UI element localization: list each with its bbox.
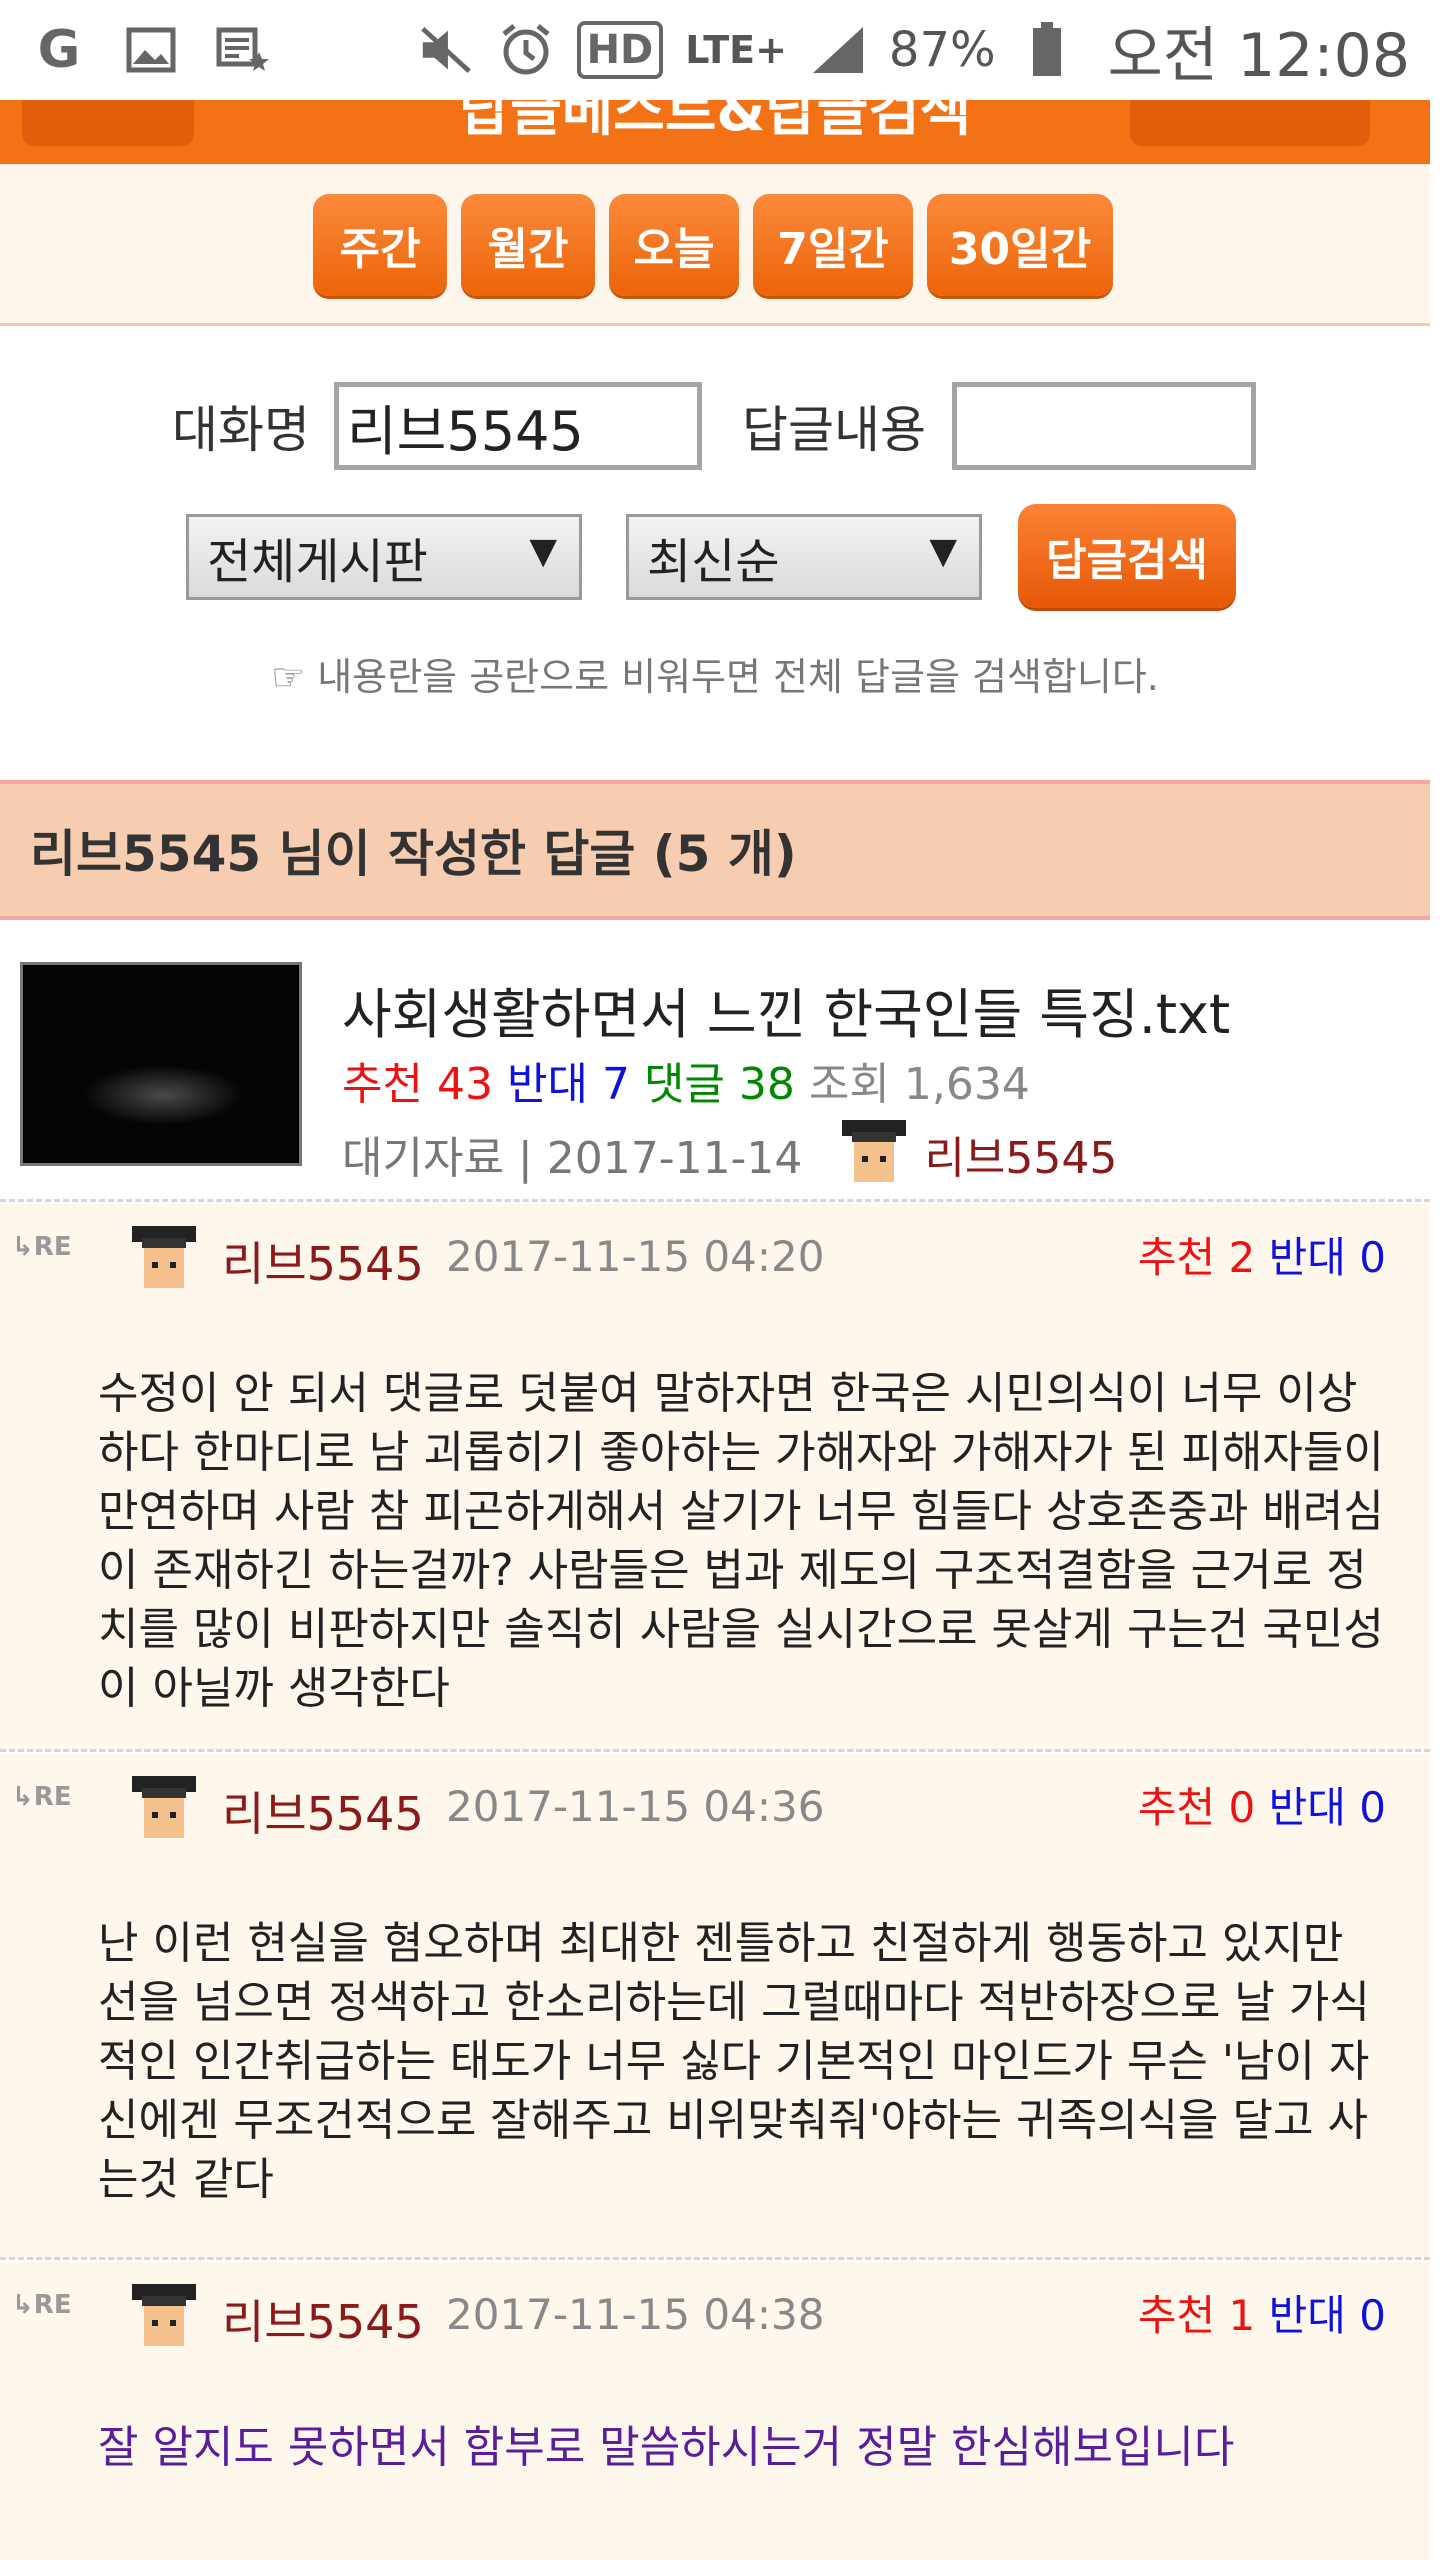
comment-item: ↳RE 리브5545 2017-11-15 04:38 추천 1 반대 0 잘 … bbox=[0, 2262, 1430, 2560]
oppose-label: 반대 bbox=[506, 1059, 588, 1110]
comment-body: 잘 알지도 못하면서 함부로 말씀하시는거 정말 한심해보입니다 bbox=[98, 2422, 1235, 2473]
comment-date: 2017-11-15 04:38 bbox=[446, 2290, 825, 2339]
comment-date: 2017-11-15 04:20 bbox=[446, 1232, 825, 1281]
avatar-icon bbox=[128, 2282, 200, 2354]
recommend-label: 추천 bbox=[342, 1059, 423, 1110]
post-title[interactable]: 사회생활하면서 느낀 한국인들 특징.txt bbox=[342, 970, 1230, 1049]
gallery-icon bbox=[122, 21, 180, 79]
lte-indicator: LTE+ bbox=[685, 28, 787, 72]
order-select[interactable]: 최신순 ▼ bbox=[626, 514, 982, 600]
battery-icon bbox=[1018, 21, 1076, 79]
reply-arrow-icon: ↳RE bbox=[12, 2290, 72, 2320]
tab-monthly[interactable]: 월간 bbox=[461, 194, 595, 296]
avatar-icon bbox=[838, 1118, 910, 1190]
tab-7days[interactable]: 7일간 bbox=[753, 194, 913, 296]
top-header: 답글베스트&답글검색 bbox=[0, 100, 1430, 164]
board-select[interactable]: 전체게시판 ▼ bbox=[186, 514, 582, 600]
hd-icon: HD bbox=[576, 21, 664, 79]
oppose-count: 7 bbox=[601, 1059, 630, 1110]
nickname-label: 대화명 bbox=[172, 401, 310, 459]
search-hint: ☞ 내용란을 공란으로 비워두면 전체 답글을 검색합니다. bbox=[271, 655, 1159, 699]
header-right-button[interactable] bbox=[1130, 100, 1370, 146]
tab-today[interactable]: 오늘 bbox=[609, 194, 739, 296]
comments-count: 38 bbox=[738, 1059, 795, 1110]
comment-author[interactable]: 리브5545 bbox=[222, 1228, 424, 1294]
avatar-icon bbox=[128, 1774, 200, 1846]
comments-label: 댓글 bbox=[643, 1059, 725, 1110]
reply-content-input[interactable] bbox=[952, 382, 1256, 470]
tab-weekly[interactable]: 주간 bbox=[313, 194, 447, 296]
comment-body: 수정이 안 되서 댓글로 덧붙여 말하자면 한국은 시민의식이 너무 이상하다 … bbox=[98, 1368, 1384, 1714]
clock: 오전 12:08 bbox=[1107, 20, 1410, 91]
comment-item: ↳RE 리브5545 2017-11-15 04:36 추천 0 반대 0 난 … bbox=[0, 1754, 1430, 2260]
status-bar: G HD LTE+ 87% 오전 12:08 bbox=[0, 0, 1440, 100]
comment-author[interactable]: 리브5545 bbox=[222, 1778, 424, 1844]
reply-content-label: 답글내용 bbox=[742, 401, 926, 459]
recommend-count: 43 bbox=[436, 1059, 493, 1110]
board-select-value: 전체게시판 bbox=[207, 534, 428, 590]
comment-item: ↳RE 리브5545 2017-11-15 04:20 추천 2 반대 0 수정… bbox=[0, 1204, 1430, 1752]
views-count: 1,634 bbox=[903, 1059, 1030, 1110]
post-meta: 대기자료 | 2017-11-14 리브5545 bbox=[342, 1118, 1117, 1190]
signal-icon bbox=[809, 21, 867, 79]
dropdown-arrow-icon: ▼ bbox=[529, 531, 557, 572]
nickname-input[interactable] bbox=[334, 382, 702, 470]
comment-author[interactable]: 리브5545 bbox=[222, 2286, 424, 2352]
views-label: 조회 bbox=[808, 1059, 890, 1110]
reply-search-form: 대화명 답글내용 전체게시판 ▼ 최신순 ▼ 답글검색 ☞ 내용란을 공란으로 … bbox=[0, 328, 1430, 788]
post-thumbnail[interactable] bbox=[20, 962, 302, 1166]
post-author[interactable]: 리브5545 bbox=[924, 1122, 1117, 1186]
comment-votes: 추천 1 반대 0 bbox=[1137, 2291, 1386, 2340]
comment-body: 난 이런 현실을 혐오하며 최대한 젠틀하고 친절하게 행동하고 있지만 선을 … bbox=[98, 1918, 1370, 2205]
reply-search-button[interactable]: 답글검색 bbox=[1018, 504, 1236, 608]
comment-votes: 추천 0 반대 0 bbox=[1137, 1783, 1386, 1832]
post-category-date: 대기자료 | 2017-11-14 bbox=[342, 1133, 803, 1184]
mute-icon bbox=[417, 21, 475, 79]
tab-30days[interactable]: 30일간 bbox=[927, 194, 1113, 296]
post-stats: 추천 43 반대 7 댓글 38 조회 1,634 bbox=[342, 1048, 1030, 1112]
reply-arrow-icon: ↳RE bbox=[12, 1232, 72, 1262]
comment-votes: 추천 2 반대 0 bbox=[1137, 1233, 1386, 1282]
alarm-icon bbox=[497, 21, 555, 79]
calendar-star-icon bbox=[214, 21, 272, 79]
order-select-value: 최신순 bbox=[647, 534, 780, 590]
result-heading: 리브5545 님이 작성한 답글 (5 개) bbox=[0, 780, 1430, 920]
period-tab-bar: 주간 월간 오늘 7일간 30일간 bbox=[0, 164, 1430, 326]
avatar-icon bbox=[128, 1224, 200, 1296]
reply-arrow-icon: ↳RE bbox=[12, 1782, 72, 1812]
app-g-icon: G bbox=[37, 20, 81, 80]
battery-percent: 87% bbox=[888, 22, 996, 78]
dropdown-arrow-icon: ▼ bbox=[929, 531, 957, 572]
original-post[interactable]: 사회생활하면서 느낀 한국인들 특징.txt 추천 43 반대 7 댓글 38 … bbox=[0, 920, 1430, 1202]
comment-date: 2017-11-15 04:36 bbox=[446, 1782, 825, 1831]
